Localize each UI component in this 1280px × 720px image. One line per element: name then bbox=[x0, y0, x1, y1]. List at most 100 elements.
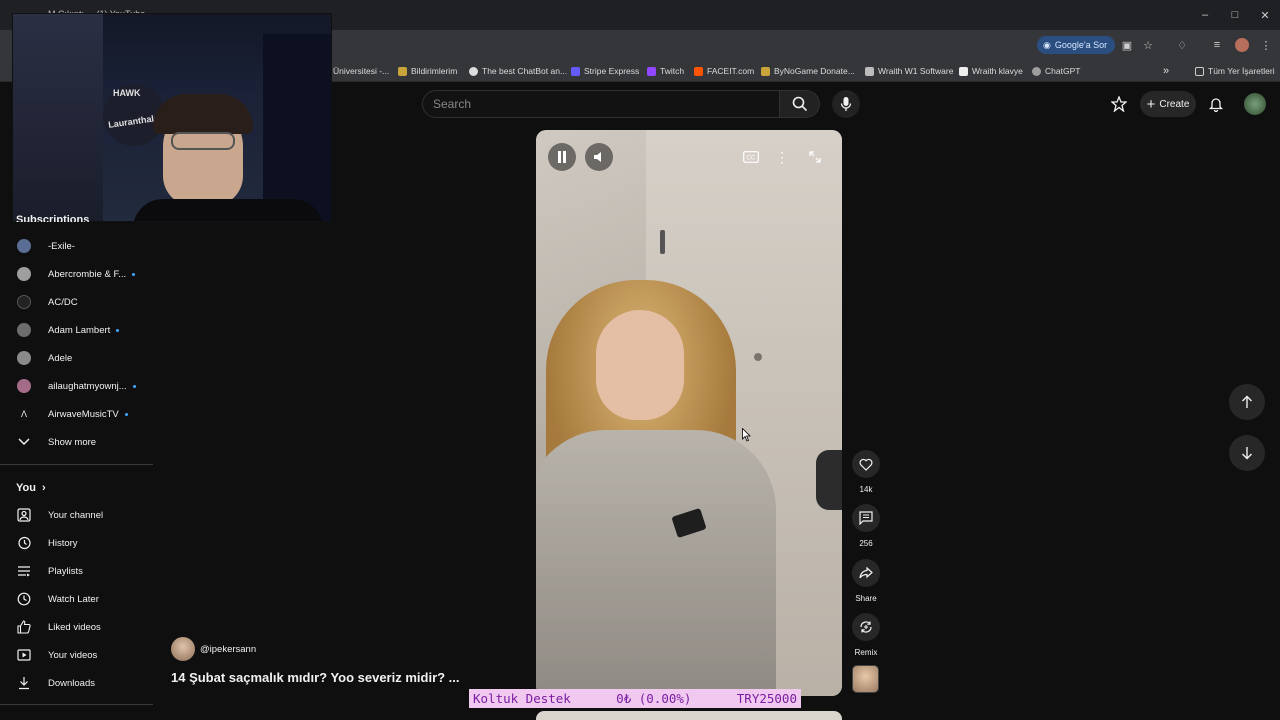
remix-label: Remix bbox=[854, 648, 878, 657]
sidebar-item-label: Your channel bbox=[48, 509, 104, 521]
cc-icon: CC bbox=[743, 151, 759, 163]
channel-handle[interactable]: @ipekersann bbox=[200, 644, 256, 655]
sidebar-item-label: Abercrombie & F... bbox=[48, 268, 127, 280]
sidebar-item-label: Adam Lambert bbox=[48, 324, 111, 336]
sidebar-item-subscription[interactable]: -Exile- bbox=[0, 232, 153, 260]
sidebar-item-subscription[interactable]: ailaughatmyownj... bbox=[0, 372, 153, 400]
svg-text:CC: CC bbox=[747, 156, 756, 162]
bookmark-item[interactable]: The best ChatBot an... bbox=[469, 60, 567, 82]
ticker-amount: 0₺ (0.00%) bbox=[616, 691, 692, 706]
ticker-name: Koltuk Destek bbox=[473, 691, 571, 706]
clock-icon bbox=[0, 592, 48, 606]
show-more-button[interactable]: Show more bbox=[0, 428, 153, 456]
channel-avatar[interactable] bbox=[171, 637, 195, 661]
ticker-goal: TRY25000 bbox=[736, 691, 797, 706]
more-options-button[interactable]: ⋮ bbox=[768, 143, 796, 171]
bookmark-item[interactable]: Stripe Express bbox=[571, 60, 639, 82]
premium-icon[interactable] bbox=[1110, 95, 1128, 113]
sidebar-item-your-videos[interactable]: Your videos bbox=[0, 641, 153, 669]
bookmark-item[interactable]: ByNoGame Donate... bbox=[761, 60, 855, 82]
sound-thumbnail[interactable] bbox=[852, 665, 879, 693]
lens-icon: ◉ bbox=[1043, 39, 1051, 50]
comment-count: 256 bbox=[859, 539, 873, 548]
sidebar-item-label: AC/DC bbox=[48, 296, 78, 308]
bookmark-item[interactable]: Wraith W1 Software bbox=[865, 60, 953, 82]
sidebar-item-label: ailaughatmyownj... bbox=[48, 380, 127, 392]
sidebar-item-label: Playlists bbox=[48, 565, 83, 577]
window-controls: – □ ✕ bbox=[1190, 0, 1280, 30]
new-content-dot bbox=[116, 328, 120, 332]
more-bookmarks-icon[interactable]: » bbox=[1163, 60, 1169, 82]
google-sor-label: Google'a Sor bbox=[1054, 40, 1108, 50]
sidebar-item-subscription[interactable]: AC/DC bbox=[0, 288, 153, 316]
minimize-icon[interactable]: – bbox=[1190, 0, 1220, 30]
sidebar-item-label: Your videos bbox=[48, 649, 98, 661]
sidebar-item-watch-later[interactable]: Watch Later bbox=[0, 585, 153, 613]
pause-icon bbox=[558, 151, 566, 163]
create-label: Create bbox=[1159, 98, 1190, 110]
pause-button[interactable] bbox=[548, 143, 576, 171]
close-icon[interactable]: ✕ bbox=[1250, 0, 1280, 30]
you-heading-label: You bbox=[16, 482, 36, 494]
you-section-heading[interactable]: You › bbox=[0, 474, 153, 502]
room-corner bbox=[263, 34, 331, 221]
share-button[interactable] bbox=[852, 559, 880, 587]
sidebar-item-label: Downloads bbox=[48, 677, 95, 689]
next-short-preview[interactable] bbox=[536, 711, 842, 720]
volume-button[interactable] bbox=[585, 143, 613, 171]
like-button[interactable] bbox=[852, 450, 880, 478]
search-button[interactable] bbox=[780, 90, 820, 118]
next-short-button[interactable] bbox=[1229, 435, 1265, 471]
short-title[interactable]: 14 Şubat saçmalık mıdır? Yoo severiz mid… bbox=[171, 670, 460, 685]
maximize-icon[interactable]: □ bbox=[1220, 0, 1250, 30]
sidebar-item-subscription[interactable]: Abercrombie & F... bbox=[0, 260, 153, 288]
show-more-label: Show more bbox=[48, 436, 97, 448]
bookmark-item[interactable]: Twitch bbox=[647, 60, 684, 82]
all-bookmarks-folder[interactable]: Tüm Yer İşaretleri bbox=[1195, 60, 1275, 82]
install-icon[interactable]: ▣ bbox=[1120, 38, 1134, 52]
sidebar-item-liked-videos[interactable]: Liked videos bbox=[0, 613, 153, 641]
sidebar-divider bbox=[0, 464, 153, 465]
bookmark-item[interactable]: Wraith klavye bbox=[959, 60, 1023, 82]
previous-short-button[interactable] bbox=[1229, 384, 1265, 420]
channel-avatar bbox=[17, 351, 31, 365]
bookmark-item[interactable]: Üniversitesi -... bbox=[333, 60, 389, 82]
voice-search-button[interactable] bbox=[832, 90, 860, 118]
shelf-background bbox=[13, 14, 103, 221]
sidebar-item-downloads[interactable]: Downloads bbox=[0, 669, 153, 697]
google-sor-button[interactable]: ◉ Google'a Sor bbox=[1037, 36, 1116, 54]
create-button[interactable]: + Create bbox=[1140, 91, 1196, 117]
comment-icon bbox=[859, 511, 873, 525]
search-input[interactable]: Search bbox=[422, 90, 780, 118]
sidebar-item-subscription[interactable]: Adam Lambert bbox=[0, 316, 153, 344]
bell-icon[interactable] bbox=[1208, 96, 1224, 113]
captions-button[interactable]: CC bbox=[737, 143, 765, 171]
bookmark-item[interactable]: FACEIT.com bbox=[694, 60, 754, 82]
bookmark-item[interactable]: Bildirimlerim bbox=[398, 60, 457, 82]
extensions-icon[interactable]: ♢ bbox=[1175, 38, 1189, 52]
sidebar-item-subscription[interactable]: Adele bbox=[0, 344, 153, 372]
profile-avatar[interactable] bbox=[1235, 38, 1249, 52]
comments-button[interactable] bbox=[852, 504, 880, 532]
subscriptions-heading[interactable]: Subscriptions bbox=[16, 214, 89, 222]
star-icon[interactable]: ☆ bbox=[1141, 38, 1155, 52]
sidebar-item-your-channel[interactable]: Your channel bbox=[0, 501, 153, 529]
remix-button[interactable] bbox=[852, 613, 880, 641]
side-object bbox=[816, 450, 842, 510]
cap-text: HAWK bbox=[113, 88, 141, 98]
media-icon[interactable]: ≡ bbox=[1210, 38, 1224, 52]
short-video-player[interactable]: CC ⋮ bbox=[536, 130, 842, 696]
person-face bbox=[596, 310, 684, 420]
fullscreen-icon bbox=[809, 151, 821, 163]
sidebar-item-subscription[interactable]: Λ AirwaveMusicTV bbox=[0, 400, 153, 428]
person-icon bbox=[0, 508, 48, 522]
sidebar-item-history[interactable]: History bbox=[0, 529, 153, 557]
fullscreen-button[interactable] bbox=[801, 143, 829, 171]
account-avatar[interactable] bbox=[1244, 93, 1266, 115]
bookmark-item[interactable]: ChatGPT bbox=[1032, 60, 1080, 82]
sidebar-item-label: AirwaveMusicTV bbox=[48, 408, 119, 420]
new-content-dot bbox=[124, 412, 128, 416]
menu-icon[interactable]: ⋮ bbox=[1259, 38, 1273, 52]
channel-avatar bbox=[17, 239, 31, 253]
sidebar-item-playlists[interactable]: Playlists bbox=[0, 557, 153, 585]
